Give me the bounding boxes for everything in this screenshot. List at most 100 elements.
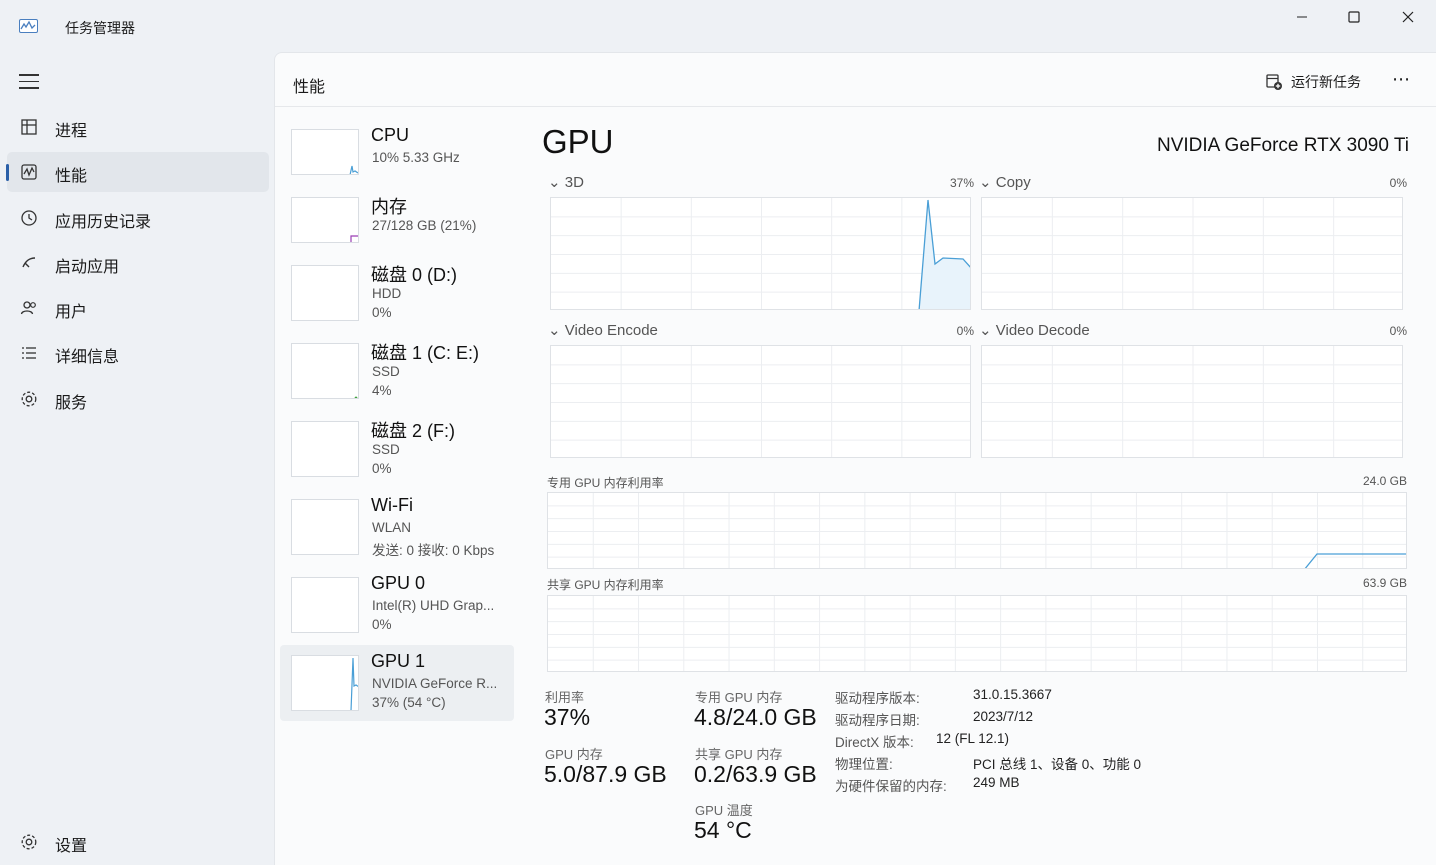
device-disk-0[interactable]: 磁盘 0 (D:) HDD 0%	[280, 257, 514, 333]
device-wifi[interactable]: Wi-Fi WLAN 发送: 0 接收: 0 Kbps	[280, 491, 514, 567]
driver-version-key: 驱动程序版本:	[835, 691, 920, 706]
run-new-task-label: 运行新任务	[1291, 74, 1361, 90]
close-icon	[1402, 11, 1414, 23]
sidebar-item-label: 进程	[55, 123, 88, 140]
device-detail: SSD	[372, 442, 400, 457]
engine-graph-video-decode	[981, 345, 1403, 458]
device-detail: HDD	[372, 286, 402, 301]
engine-selector-copy[interactable]: ⌄ Copy	[979, 173, 1031, 191]
close-button[interactable]	[1382, 0, 1434, 34]
device-usage: 0%	[372, 617, 392, 632]
physical-location-key: 物理位置:	[835, 757, 893, 772]
shared-memory-label: 共享 GPU 内存利用率	[547, 578, 664, 592]
device-thumbnail	[291, 197, 359, 243]
sidebar-item-label: 性能	[55, 168, 88, 185]
gpu-memory-value: 5.0/87.9 GB	[544, 761, 667, 787]
sidebar-item-app-history[interactable]: 应用历史记录	[7, 198, 269, 238]
services-icon	[19, 389, 39, 409]
performance-icon	[19, 162, 39, 182]
reserved-memory-value: 249 MB	[973, 775, 1020, 790]
engine-selector-video-encode[interactable]: ⌄ Video Encode	[548, 321, 658, 339]
minimize-button[interactable]	[1276, 0, 1328, 34]
driver-date-key: 驱动程序日期:	[835, 713, 920, 728]
chevron-down-icon: ⌄	[548, 322, 561, 339]
shared-gpu-memory-value: 0.2/63.9 GB	[694, 761, 817, 787]
sidebar-item-label: 启动应用	[55, 259, 120, 276]
device-thumbnail	[291, 577, 359, 633]
sidebar-item-settings[interactable]: 设置	[7, 822, 269, 862]
engine-graph-video-encode	[550, 345, 971, 458]
device-disk-1[interactable]: 磁盘 1 (C: E:) SSD 4%	[280, 335, 514, 411]
history-icon	[19, 208, 39, 228]
device-name: CPU	[371, 125, 410, 145]
physical-location-value: PCI 总线 1、设备 0、功能 0	[973, 757, 1142, 772]
sidebar-item-label: 用户	[55, 304, 88, 321]
sidebar-item-label: 设置	[55, 838, 88, 855]
device-disk-2[interactable]: 磁盘 2 (F:) SSD 0%	[280, 413, 514, 489]
device-usage: 0%	[372, 305, 392, 320]
main-header: 性能 运行新任务 ⋯	[275, 53, 1436, 107]
memory-usage-line	[1304, 553, 1406, 568]
engine-value: 37%	[949, 176, 974, 190]
device-detail: 10% 5.33 GHz	[372, 150, 460, 165]
gpu-temperature-value: 54 °C	[694, 817, 752, 843]
device-gpu-1[interactable]: GPU 1 NVIDIA GeForce R... 37% (54 °C)	[280, 645, 514, 721]
detail-title: GPU	[542, 123, 614, 160]
processes-icon	[19, 117, 39, 137]
hamburger-menu-icon[interactable]	[19, 74, 39, 90]
shared-memory-max: 63.9 GB	[1362, 576, 1407, 590]
minimize-icon	[1297, 16, 1307, 18]
device-name: Wi-Fi	[371, 495, 413, 515]
device-thumbnail	[291, 655, 359, 711]
device-memory[interactable]: 内存 27/128 GB (21%)	[280, 189, 514, 265]
run-new-task-button[interactable]: 运行新任务	[1265, 67, 1361, 97]
device-usage: 37% (54 °C)	[372, 695, 446, 710]
engine-selector-video-decode[interactable]: ⌄ Video Decode	[979, 321, 1090, 339]
settings-gear-icon	[19, 832, 39, 852]
device-name: GPU 0	[371, 573, 426, 593]
device-thumbnail	[291, 499, 359, 555]
engine-label: Copy	[995, 174, 1031, 191]
sidebar-item-details[interactable]: 详细信息	[7, 333, 269, 373]
engine-label: 3D	[564, 174, 584, 191]
device-name: 磁盘 2 (F:)	[371, 421, 455, 441]
sidebar-item-processes[interactable]: 进程	[7, 107, 269, 147]
sidebar: 进程 性能 应用历史记录 启动应用 用户 详细信息 服务 设置	[0, 52, 274, 865]
dedicated-memory-graph	[547, 492, 1407, 569]
device-usage: 发送: 0 接收: 0 Kbps	[372, 543, 495, 558]
sidebar-item-startup[interactable]: 启动应用	[7, 243, 269, 283]
more-options-icon[interactable]: ⋯	[1392, 69, 1411, 90]
users-icon	[19, 298, 39, 318]
title-bar: 任务管理器	[0, 0, 1436, 52]
engine-graph-copy	[981, 197, 1403, 310]
device-detail: 27/128 GB (21%)	[372, 218, 477, 233]
device-usage: 0%	[372, 461, 392, 476]
device-detail: SSD	[372, 364, 400, 379]
device-detail: NVIDIA GeForce R...	[372, 676, 498, 691]
chevron-down-icon: ⌄	[979, 174, 992, 191]
device-name: GPU 1	[371, 651, 426, 671]
sidebar-item-performance[interactable]: 性能	[6, 152, 269, 192]
sidebar-item-label: 服务	[55, 395, 88, 412]
startup-icon	[19, 253, 39, 273]
device-usage: 4%	[372, 383, 392, 398]
device-thumbnail	[291, 265, 359, 321]
dedicated-gpu-memory-value: 4.8/24.0 GB	[694, 704, 817, 730]
engine-selector-3d[interactable]: ⌄ 3D	[548, 173, 584, 191]
utilization-value: 37%	[544, 704, 591, 730]
dedicated-memory-label: 专用 GPU 内存利用率	[547, 476, 664, 490]
engine-value: 0%	[1389, 176, 1407, 190]
details-icon	[19, 343, 39, 363]
reserved-memory-key: 为硬件保留的内存:	[835, 779, 947, 794]
maximize-icon	[1348, 11, 1360, 23]
run-task-icon	[1266, 74, 1282, 90]
shared-memory-graph	[547, 595, 1407, 672]
sidebar-item-users[interactable]: 用户	[7, 288, 269, 328]
engine-value: 0%	[1389, 324, 1407, 338]
device-thumbnail	[291, 129, 359, 175]
maximize-button[interactable]	[1328, 0, 1380, 34]
device-gpu-0[interactable]: GPU 0 Intel(R) UHD Grap... 0%	[280, 569, 514, 645]
device-cpu[interactable]: CPU 10% 5.33 GHz	[280, 121, 514, 197]
sidebar-item-services[interactable]: 服务	[7, 379, 269, 419]
device-name: 磁盘 0 (D:)	[371, 265, 458, 285]
